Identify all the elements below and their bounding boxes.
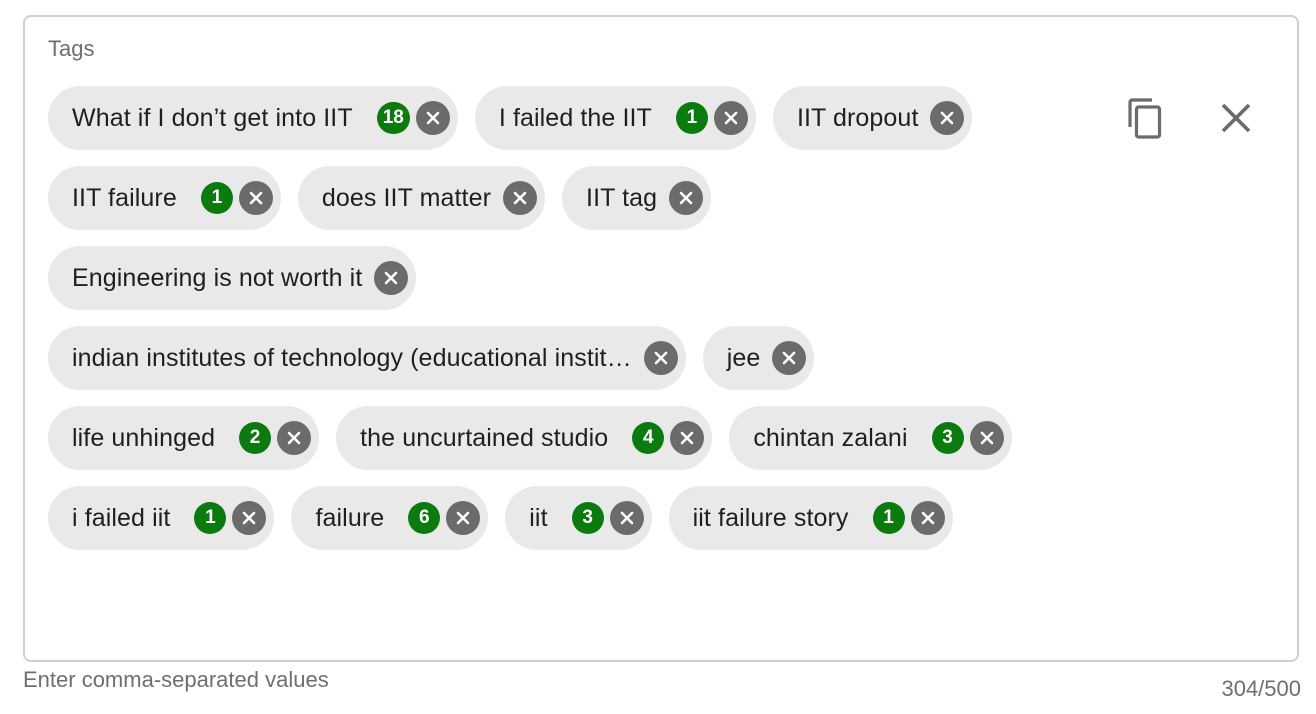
tag-chip[interactable]: the uncurtained studio 4 bbox=[336, 406, 713, 470]
chip-row: What if I don’t get into IIT 18 I failed… bbox=[48, 86, 1088, 150]
tag-chip-label: IIT tag bbox=[586, 183, 658, 212]
remove-icon bbox=[921, 511, 934, 525]
remove-tag-button[interactable] bbox=[969, 421, 1004, 455]
tag-chip[interactable]: IIT failure 1 bbox=[48, 166, 281, 230]
tag-chip-label: IIT failure bbox=[72, 183, 177, 212]
tag-chip-label: IIT dropout bbox=[796, 103, 919, 132]
chip-row: life unhinged 2 the uncurtained studio 4… bbox=[48, 406, 1088, 470]
remove-icon bbox=[243, 511, 256, 525]
remove-tag-button[interactable] bbox=[713, 101, 748, 135]
chip-row: i failed iit 1 failure 6 iit 3 iit failu… bbox=[48, 486, 1088, 550]
remove-tag-button[interactable] bbox=[446, 501, 481, 535]
remove-icon bbox=[456, 511, 470, 525]
tag-count-badge: 3 bbox=[571, 502, 604, 534]
remove-tag-button[interactable] bbox=[643, 341, 678, 375]
tag-chip[interactable]: IIT tag bbox=[562, 166, 712, 230]
tag-count-badge: 2 bbox=[239, 422, 272, 454]
remove-icon bbox=[385, 271, 398, 285]
tag-chip-label: failure bbox=[315, 503, 385, 532]
tag-chip-label: the uncurtained studio bbox=[360, 423, 609, 452]
remove-icon bbox=[980, 431, 993, 445]
character-counter: 304/500 bbox=[1221, 676, 1301, 701]
remove-icon bbox=[426, 111, 440, 125]
tag-chip[interactable]: I failed the IIT 1 bbox=[474, 86, 756, 150]
remove-tag-button[interactable] bbox=[238, 181, 273, 215]
tag-chip[interactable]: chintan zalani 3 bbox=[729, 406, 1012, 470]
copy-tags-button[interactable] bbox=[1124, 95, 1170, 141]
tag-chip[interactable]: iit 3 bbox=[505, 486, 652, 550]
chip-row: IIT failure 1 does IIT matter IIT tag bbox=[48, 166, 1088, 230]
tag-chip[interactable]: life unhinged 2 bbox=[48, 406, 320, 470]
tags-field-label: Tags bbox=[48, 36, 95, 61]
tag-chip[interactable]: does IIT matter bbox=[297, 166, 546, 230]
tag-count-badge: 1 bbox=[872, 502, 905, 534]
remove-tag-button[interactable] bbox=[232, 501, 267, 535]
tag-chip[interactable]: What if I don’t get into IIT 18 bbox=[48, 86, 458, 150]
close-icon bbox=[1221, 103, 1251, 133]
tag-chip-label: What if I don’t get into IIT bbox=[72, 103, 353, 132]
remove-tag-button[interactable] bbox=[609, 501, 644, 535]
remove-icon bbox=[249, 191, 263, 205]
tag-chip-label: indian institutes of technology (educati… bbox=[72, 343, 632, 372]
tags-field-hint: Enter comma-separated values bbox=[23, 667, 329, 692]
remove-icon bbox=[287, 431, 301, 445]
remove-icon bbox=[681, 431, 694, 445]
clear-tags-button[interactable] bbox=[1216, 98, 1256, 138]
remove-tag-button[interactable] bbox=[772, 341, 807, 375]
remove-tag-button[interactable] bbox=[277, 421, 312, 455]
tag-chip-label: life unhinged bbox=[72, 423, 216, 452]
remove-tag-button[interactable] bbox=[374, 261, 409, 295]
tag-chip[interactable]: indian institutes of technology (educati… bbox=[48, 326, 686, 390]
tag-chip[interactable]: iit failure story 1 bbox=[668, 486, 953, 550]
tag-chip[interactable]: Engineering is not worth it bbox=[48, 246, 417, 310]
tag-chip[interactable]: failure 6 bbox=[291, 486, 489, 550]
remove-icon bbox=[783, 351, 796, 365]
remove-icon bbox=[654, 351, 668, 365]
remove-tag-button[interactable] bbox=[503, 181, 538, 215]
tag-chip-label: iit failure story bbox=[692, 503, 849, 532]
tag-chip-label: i failed iit bbox=[72, 503, 171, 532]
remove-tag-button[interactable] bbox=[910, 501, 945, 535]
tag-chip-label: chintan zalani bbox=[753, 423, 908, 452]
tag-count-badge: 1 bbox=[194, 502, 227, 534]
remove-icon bbox=[724, 111, 738, 125]
tag-count-badge: 1 bbox=[200, 182, 233, 214]
tag-chip[interactable]: jee bbox=[702, 326, 815, 390]
copy-icon bbox=[1128, 98, 1162, 139]
remove-icon bbox=[679, 191, 693, 205]
remove-tag-button[interactable] bbox=[669, 181, 704, 215]
remove-icon bbox=[941, 111, 954, 125]
remove-tag-button[interactable] bbox=[415, 101, 450, 135]
tag-chip-list: What if I don’t get into IIT 18 I failed… bbox=[48, 86, 1088, 566]
tag-chip-label: jee bbox=[726, 343, 761, 372]
tag-count-badge: 6 bbox=[408, 502, 441, 534]
remove-tag-button[interactable] bbox=[930, 101, 965, 135]
chip-row: Engineering is not worth it bbox=[48, 246, 1088, 310]
tag-chip[interactable]: IIT dropout bbox=[772, 86, 973, 150]
tag-chip[interactable]: i failed iit 1 bbox=[48, 486, 275, 550]
remove-icon bbox=[620, 511, 633, 525]
tag-count-badge: 18 bbox=[376, 102, 410, 134]
chip-row: indian institutes of technology (educati… bbox=[48, 326, 1088, 390]
tag-chip-label: does IIT matter bbox=[321, 183, 492, 212]
remove-tag-button[interactable] bbox=[670, 421, 705, 455]
remove-icon bbox=[513, 191, 527, 205]
tag-chip-label: Engineering is not worth it bbox=[72, 263, 363, 292]
tag-count-badge: 3 bbox=[931, 422, 964, 454]
tag-count-badge: 1 bbox=[675, 102, 708, 134]
tag-chip-label: I failed the IIT bbox=[498, 103, 652, 132]
tag-chip-label: iit bbox=[529, 503, 548, 532]
tag-count-badge: 4 bbox=[632, 422, 665, 454]
